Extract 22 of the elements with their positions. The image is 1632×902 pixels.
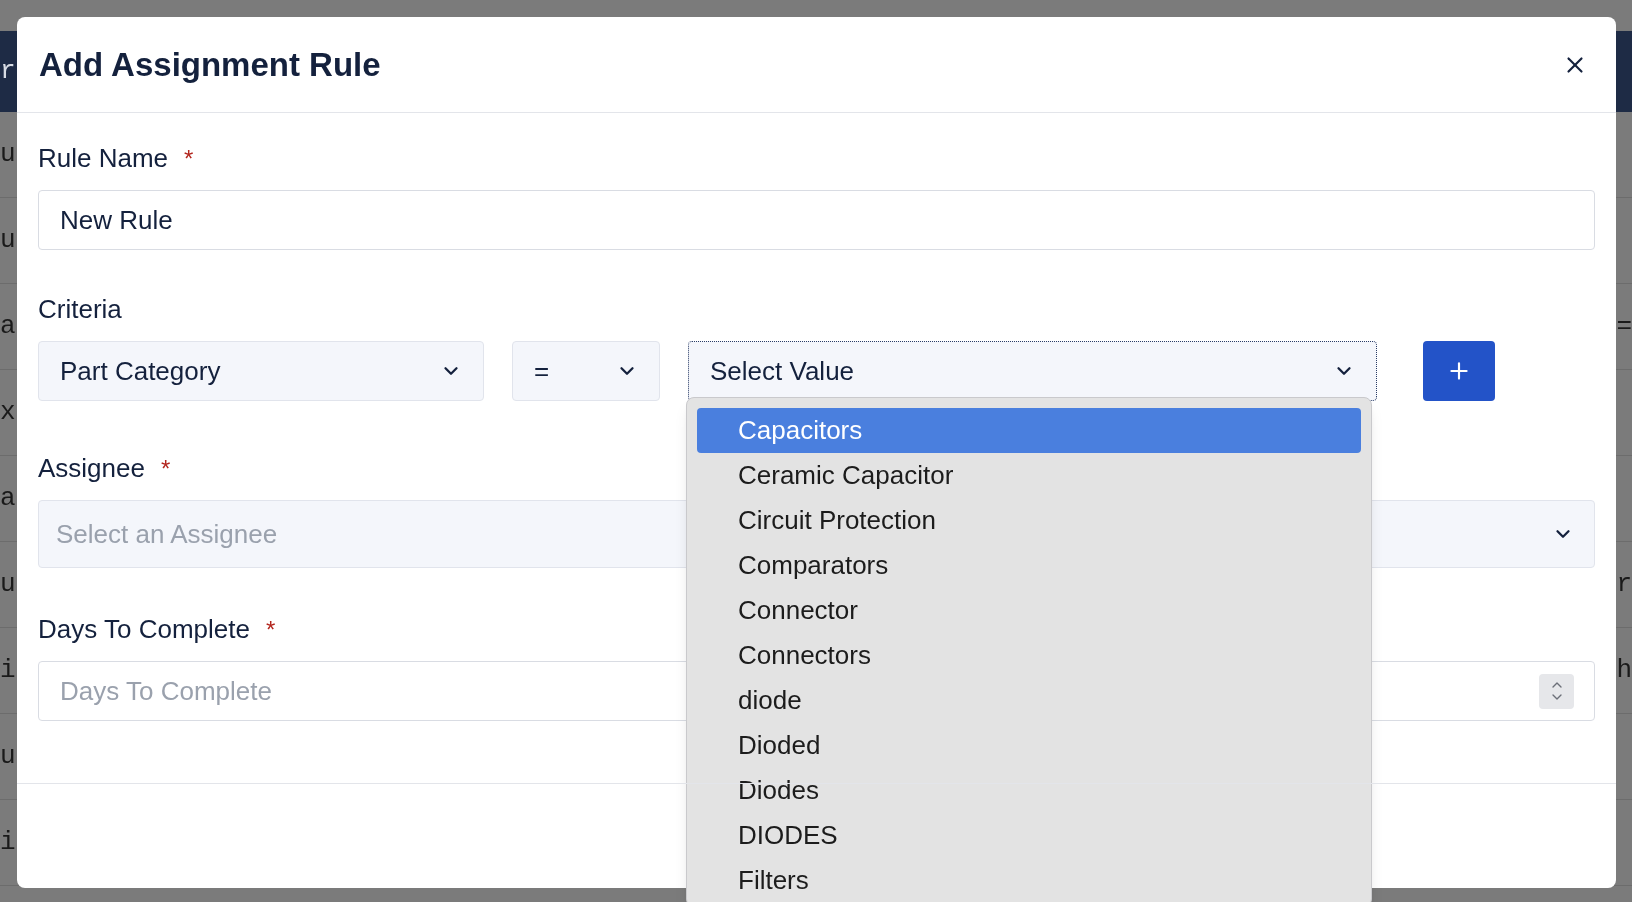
placeholder-text: Days To Complete: [60, 674, 272, 708]
dialog-title: Add Assignment Rule: [39, 44, 381, 85]
table-cell-text: u: [0, 568, 16, 601]
table-cell-text: i: [0, 654, 16, 687]
field-label: Days To Complete: [38, 613, 250, 646]
table-cell-text: i: [0, 826, 16, 859]
table-cell-text: a: [0, 310, 16, 343]
field-label: Criteria: [38, 294, 122, 324]
table-cell-text: r: [1616, 568, 1632, 601]
table-cell-text: =: [1616, 310, 1632, 343]
table-cell-text: h: [1616, 654, 1632, 687]
required-mark: *: [160, 453, 171, 484]
table-cell-text: u: [0, 138, 16, 171]
field-label: Rule Name: [38, 142, 169, 175]
table-cell-text: u: [0, 740, 16, 773]
table-cell-text: u: [0, 224, 16, 257]
table-cell-text: a: [0, 482, 16, 515]
required-mark: *: [265, 614, 276, 645]
header-text: r: [0, 55, 16, 88]
required-mark: *: [184, 143, 194, 174]
field-label: Assignee: [38, 452, 145, 485]
table-cell-text: x: [0, 396, 16, 429]
